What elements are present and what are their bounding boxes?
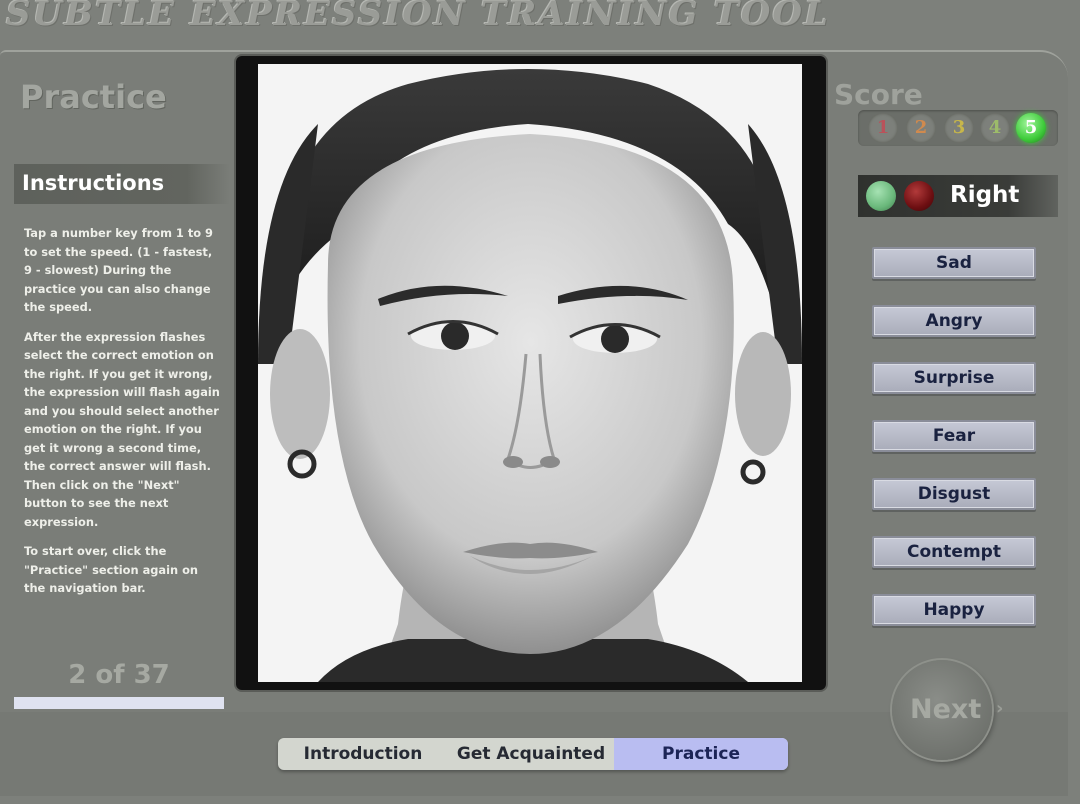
instructions-paragraph: After the expression flashes select the …	[24, 329, 220, 529]
emotion-button-contempt[interactable]: Contempt	[872, 536, 1036, 568]
progress-bar	[14, 697, 224, 709]
nav-tab-introduction[interactable]: Introduction	[278, 738, 448, 770]
red-light-icon	[904, 181, 934, 211]
progress-counter: 2 of 37	[68, 660, 170, 690]
section-title: Practice	[20, 78, 167, 116]
next-button[interactable]: Next	[892, 660, 992, 760]
nav-tab-practice[interactable]: Practice	[614, 738, 788, 770]
score-level-4: 4	[980, 113, 1010, 143]
instructions-title: Instructions	[22, 171, 165, 195]
nav-tab-get-acquainted[interactable]: Get Acquainted	[448, 738, 614, 770]
face-illustration	[258, 64, 802, 682]
face-photo	[258, 64, 802, 682]
emotion-button-disgust[interactable]: Disgust	[872, 478, 1036, 510]
feedback-text: Right	[950, 182, 1020, 208]
emotion-button-sad[interactable]: Sad	[872, 247, 1036, 279]
score-level-5: 5	[1016, 113, 1046, 143]
instructions-text: Tap a number key from 1 to 9 to set the …	[24, 224, 220, 609]
next-arrow-icon: ›	[996, 698, 1004, 719]
emotion-button-surprise[interactable]: Surprise	[872, 362, 1036, 394]
emotion-button-fear[interactable]: Fear	[872, 420, 1036, 452]
emotion-button-happy[interactable]: Happy	[872, 594, 1036, 626]
next-button-label: Next	[910, 694, 982, 725]
app-title: SUBTLE EXPRESSION TRAINING TOOL	[6, 0, 830, 34]
instructions-paragraph: Tap a number key from 1 to 9 to set the …	[24, 226, 213, 314]
score-level-3: 3	[944, 113, 974, 143]
score-meter: 1 2 3 4 5	[858, 110, 1058, 146]
progress-fill	[14, 697, 224, 709]
instructions-header: Instructions	[14, 164, 230, 204]
score-level-1: 1	[868, 113, 898, 143]
score-title: Score	[834, 78, 923, 111]
emotion-button-angry[interactable]: Angry	[872, 305, 1036, 337]
instructions-paragraph: To start over, click the "Practice" sect…	[24, 544, 199, 595]
answer-feedback: Right	[858, 175, 1058, 217]
score-level-2: 2	[906, 113, 936, 143]
photo-frame	[236, 56, 826, 690]
green-light-icon	[866, 181, 896, 211]
navigation-bar: Introduction Get Acquainted Practice	[278, 738, 788, 770]
